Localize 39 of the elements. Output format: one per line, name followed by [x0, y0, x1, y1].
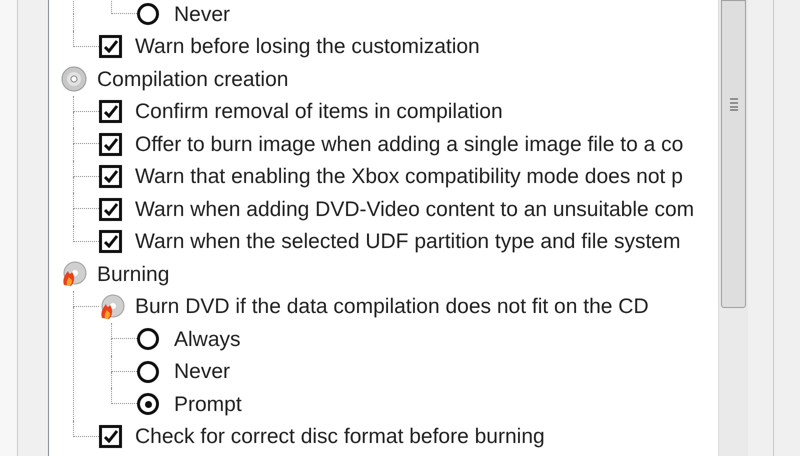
- check-icon: [104, 170, 118, 184]
- option-label: Warn when the selected UDF partition type and file system: [135, 231, 680, 252]
- radio-button[interactable]: [137, 3, 159, 26]
- grip-icon: [728, 97, 738, 111]
- option-label: Warn when adding DVD-Video content to an unsuitable com: [135, 198, 694, 220]
- scrollbar-thumb[interactable]: [721, 0, 746, 308]
- option-label: Check for correct disc format before burning: [135, 426, 545, 448]
- check-icon: [104, 235, 118, 248]
- burning-disc-icon: [61, 261, 87, 288]
- checkbox[interactable]: [99, 198, 122, 221]
- check-icon: [104, 105, 118, 118]
- checkbox[interactable]: [99, 100, 122, 124]
- option-label: Burning: [97, 264, 170, 285]
- option-label: Prompt: [174, 394, 242, 415]
- checkbox[interactable]: [99, 230, 122, 254]
- radio-button[interactable]: [137, 328, 159, 350]
- radio-button[interactable]: [137, 360, 159, 383]
- burning-disc-icon: [99, 294, 125, 320]
- option-label: Offer to burn image when adding a single image file to a co: [135, 134, 684, 155]
- checkbox[interactable]: [99, 165, 122, 188]
- scrollbar[interactable]: [718, 0, 748, 456]
- check-icon: [104, 430, 118, 444]
- check-icon: [104, 138, 118, 151]
- radio-button[interactable]: [137, 393, 159, 416]
- option-label: Confirm removal of items in compilation: [135, 101, 503, 122]
- option-label: Warn before losing the customization: [135, 36, 480, 58]
- option-label: Never: [174, 361, 230, 382]
- disc-icon: [61, 66, 87, 92]
- check-icon: [104, 40, 118, 54]
- option-label: Never: [174, 4, 230, 25]
- option-label: Always: [174, 328, 241, 350]
- checkbox[interactable]: [99, 132, 122, 156]
- option-label: Burn DVD if the data compilation does not fit on the CD: [135, 296, 649, 318]
- option-label: Compilation creation: [97, 68, 288, 90]
- check-icon: [104, 202, 118, 216]
- checkbox[interactable]: [99, 35, 122, 58]
- tree-line: [111, 0, 137, 14]
- checkbox[interactable]: [99, 425, 122, 448]
- option-label: Warn that enabling the Xbox compatibility mode does not p: [135, 166, 683, 188]
